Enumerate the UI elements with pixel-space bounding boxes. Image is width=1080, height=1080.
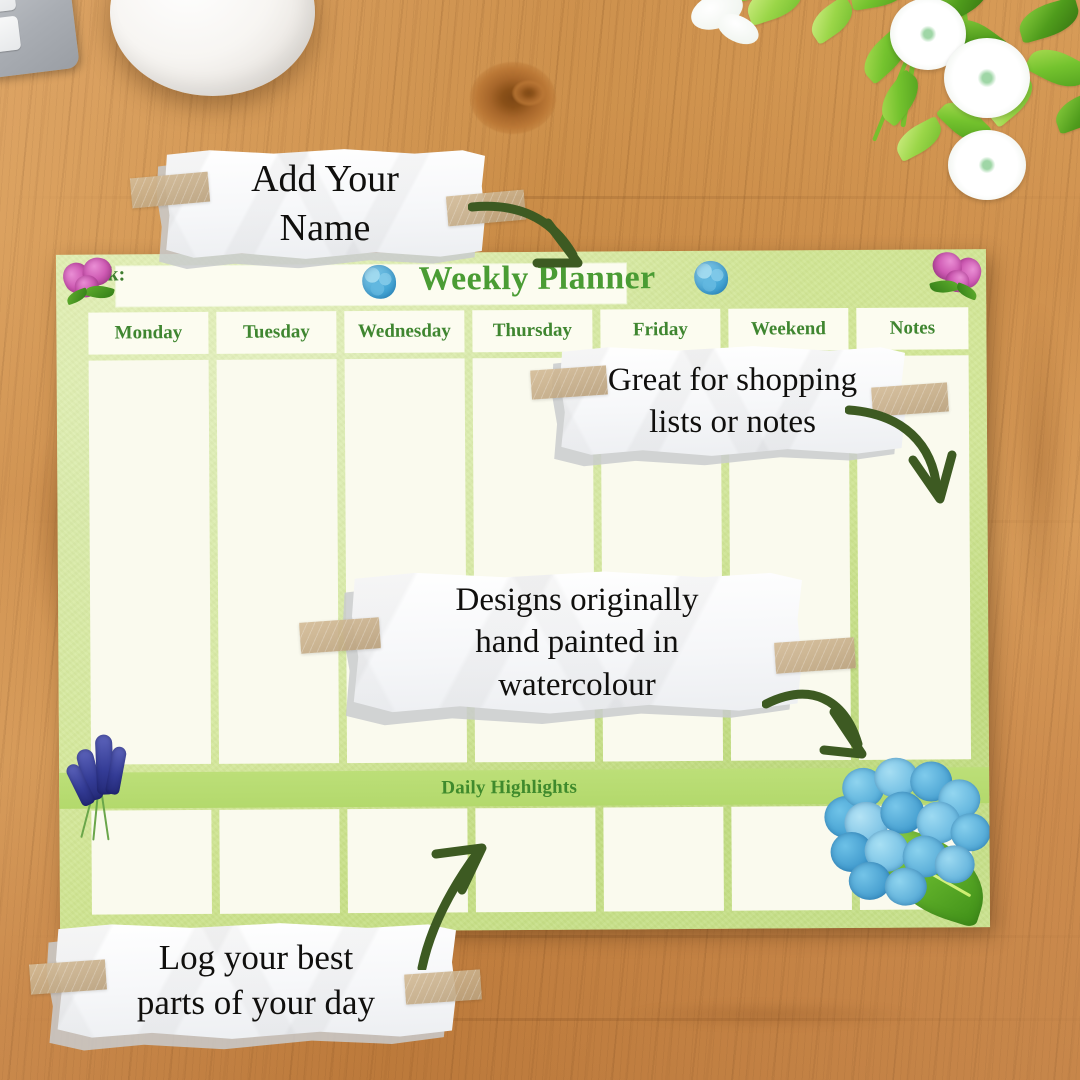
orchid-flower-icon <box>920 249 987 306</box>
potted-plant <box>685 0 1080 216</box>
hydrangea-bloom-icon <box>362 264 397 299</box>
note-text: Add Your Name <box>251 158 399 249</box>
hydrangea-bloom-icon <box>693 260 729 295</box>
daily-highlights-label: Daily Highlights <box>441 776 578 799</box>
plant-leaf <box>1050 87 1080 135</box>
wood-grain <box>1010 300 1070 630</box>
highlight-cell-friday[interactable] <box>603 806 724 912</box>
callout-note-shopping-lists: Great for shopping lists or notes <box>560 345 905 457</box>
column-header-tuesday[interactable]: Tuesday <box>216 311 337 354</box>
white-flower <box>948 130 1026 200</box>
washi-tape <box>871 382 949 417</box>
callout-note-log-your-day: Log your best parts of your day <box>56 922 456 1040</box>
note-text: Log your best parts of your day <box>136 938 376 1022</box>
callout-note-add-your-name: Add Your Name <box>165 148 485 260</box>
orchid-flower-icon <box>58 253 124 311</box>
note-text: Designs originally hand painted in water… <box>455 582 699 703</box>
keyboard-key <box>0 15 22 56</box>
washi-tape <box>29 959 107 995</box>
washi-tape <box>774 637 856 674</box>
column-header-notes[interactable]: Notes <box>856 307 969 350</box>
highlight-cell-wednesday[interactable] <box>347 808 468 914</box>
highlight-cell-thursday[interactable] <box>475 807 596 913</box>
wood-grain <box>620 1000 920 1030</box>
plant-leaf <box>890 115 948 163</box>
plant-leaf <box>804 0 860 46</box>
desk-scene: Week: Weekly Planner Monday Tuesday Wedn… <box>0 0 1080 1080</box>
wood-knot-core <box>512 80 546 106</box>
washi-tape <box>530 365 608 400</box>
column-header-wednesday[interactable]: Wednesday <box>344 310 465 354</box>
callout-note-watercolour: Designs originally hand painted in water… <box>352 570 802 715</box>
plant-leaf <box>1014 0 1080 44</box>
day-column-tuesday[interactable] <box>216 359 340 764</box>
highlight-cell-tuesday[interactable] <box>219 809 340 914</box>
lavender-sprig-icon <box>64 726 138 842</box>
column-header-monday[interactable]: Monday <box>88 311 209 355</box>
hydrangea-flower <box>822 757 991 929</box>
note-text: Great for shopping lists or notes <box>607 361 858 440</box>
white-flower <box>944 38 1030 118</box>
day-column-monday[interactable] <box>88 359 212 765</box>
washi-tape <box>404 969 482 1005</box>
washi-tape <box>299 617 381 654</box>
keyboard-key <box>0 0 17 17</box>
